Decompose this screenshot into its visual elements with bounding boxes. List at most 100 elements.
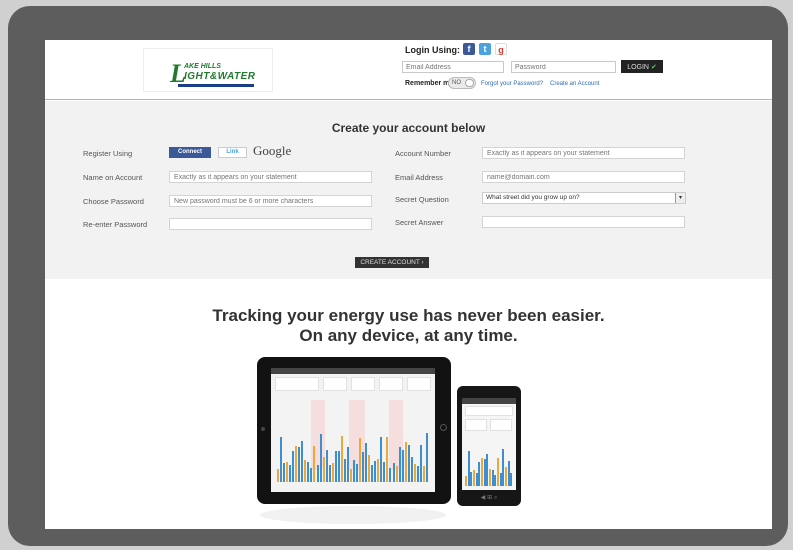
login-using-label: Login Using:: [405, 45, 460, 55]
tablet-tile: [379, 377, 403, 391]
phone-dashboard-screenshot: [462, 398, 516, 490]
name-on-account-input[interactable]: [169, 171, 372, 183]
login-password-input[interactable]: [511, 61, 616, 73]
secret-answer-label: Secret Answer: [395, 218, 444, 227]
logo-underline: [178, 84, 254, 87]
mini-chart-bar: [283, 463, 286, 482]
facebook-connect-button[interactable]: Connect: [169, 147, 211, 158]
mini-chart-bar: [310, 467, 313, 482]
mini-chart-bar: [286, 461, 289, 482]
site-header: L AKE HILLS IGHT&WATER Login Using: f t …: [45, 40, 772, 100]
phone-tile: [490, 419, 512, 431]
reenter-password-label: Re-enter Password: [83, 220, 148, 229]
secret-answer-input[interactable]: [482, 216, 685, 228]
create-account-link[interactable]: Create an Account: [550, 81, 599, 87]
mini-chart-bar: [340, 435, 343, 482]
reenter-password-input[interactable]: [169, 218, 372, 230]
toggle-value: NO: [452, 80, 461, 86]
google-icon[interactable]: g: [495, 43, 507, 55]
choose-password-label: Choose Password: [83, 197, 144, 206]
email-address-label: Email Address: [395, 173, 443, 182]
mini-chart-bar: [510, 472, 513, 486]
mini-chart-bar: [289, 464, 292, 482]
account-number-input[interactable]: [482, 147, 685, 159]
remember-me-toggle[interactable]: NO: [448, 77, 476, 89]
email-address-input[interactable]: [482, 171, 685, 183]
phone-tile: [465, 419, 487, 431]
mini-chart-bar: [395, 465, 398, 482]
mini-chart-bar: [422, 466, 425, 482]
tablet-usage-chart: [277, 430, 429, 482]
mini-chart-bar: [416, 465, 419, 482]
mini-chart-bar: [343, 459, 346, 482]
register-using-label: Register Using: [83, 149, 133, 158]
choose-password-input[interactable]: [169, 195, 372, 207]
google-signin-button[interactable]: Google: [253, 143, 291, 159]
create-account-button[interactable]: CREATE ACCOUNT ›: [355, 257, 429, 268]
mini-chart-bar: [353, 459, 355, 482]
mini-chart-bar: [307, 461, 310, 482]
mini-chart-bar: [365, 442, 368, 482]
login-button-label: LOGIN: [627, 63, 649, 71]
tablet-topbar: [271, 368, 435, 374]
mini-chart-bar: [398, 447, 401, 482]
mini-chart-bar: [407, 445, 410, 482]
login-button[interactable]: LOGIN ✔: [621, 60, 663, 73]
forgot-password-link[interactable]: Forgot your Password?: [481, 81, 543, 87]
company-logo[interactable]: L AKE HILLS IGHT&WATER: [143, 48, 273, 92]
mini-chart-bar: [410, 457, 413, 482]
mini-chart-bar: [386, 436, 389, 482]
twitter-link-button[interactable]: Link: [218, 147, 247, 158]
secret-question-select[interactable]: What street did you grow up on? ▾: [482, 192, 686, 204]
login-email-input[interactable]: [402, 61, 504, 73]
phone-usage-chart: [465, 446, 513, 486]
mini-chart-bar: [362, 452, 365, 482]
logo-line-2: IGHT&WATER: [184, 71, 256, 82]
mini-chart-bar: [292, 450, 295, 482]
mini-chart-bar: [304, 460, 307, 482]
page-screen: L AKE HILLS IGHT&WATER Login Using: f t …: [45, 40, 772, 529]
promo-line-1: Tracking your energy use has never been …: [212, 306, 605, 325]
mini-chart-bar: [277, 469, 279, 482]
mini-chart-bar: [383, 462, 386, 482]
tablet-tile: [407, 377, 431, 391]
secret-question-value: What street did you grow up on?: [486, 194, 580, 201]
tablet-tile: [275, 377, 319, 391]
device-frame: L AKE HILLS IGHT&WATER Login Using: f t …: [8, 6, 788, 546]
mini-chart-bar: [322, 457, 325, 482]
twitter-link-label: Link: [226, 149, 239, 155]
phone-nav-icons: ◀ ⊞ ⌕: [480, 494, 498, 501]
phone-device-image: ◀ ⊞ ⌕: [457, 386, 521, 506]
tablet-camera: [261, 427, 265, 431]
logo-line-1: AKE HILLS: [184, 63, 221, 70]
mini-chart-bar: [298, 446, 301, 482]
name-on-account-label: Name on Account: [83, 173, 143, 182]
tablet-dashboard-screenshot: [271, 368, 435, 492]
promo-line-2: On any device, at any time.: [299, 326, 518, 345]
mini-chart-bar: [401, 450, 404, 482]
mini-chart-bar: [337, 451, 340, 482]
mini-chart-bar: [377, 458, 380, 482]
mini-chart-bar: [313, 445, 316, 482]
account-number-label: Account Number: [395, 149, 451, 158]
mini-chart-bar: [346, 447, 349, 482]
mini-chart-bar: [328, 464, 331, 482]
mini-chart-bar: [404, 441, 407, 482]
tablet-tile: [351, 377, 375, 391]
form-title: Create your account below: [331, 121, 486, 135]
mini-chart-bar: [331, 462, 334, 482]
mini-chart-bar: [319, 433, 322, 482]
promo-headline: Tracking your energy use has never been …: [45, 306, 772, 346]
facebook-icon[interactable]: f: [463, 43, 475, 55]
checkmark-icon: ✔: [650, 63, 657, 71]
tablet-device-image: [257, 357, 451, 504]
registration-form: Create your account below Register Using…: [45, 101, 772, 279]
mini-chart-bar: [425, 432, 428, 482]
tablet-tile: [323, 377, 347, 391]
twitter-icon[interactable]: t: [479, 43, 491, 55]
mini-chart-bar: [371, 464, 374, 482]
tablet-home-button: [440, 424, 447, 431]
dropdown-arrow-icon: ▾: [675, 193, 685, 203]
mini-chart-bar: [334, 450, 337, 482]
mini-chart-bar: [419, 445, 422, 482]
